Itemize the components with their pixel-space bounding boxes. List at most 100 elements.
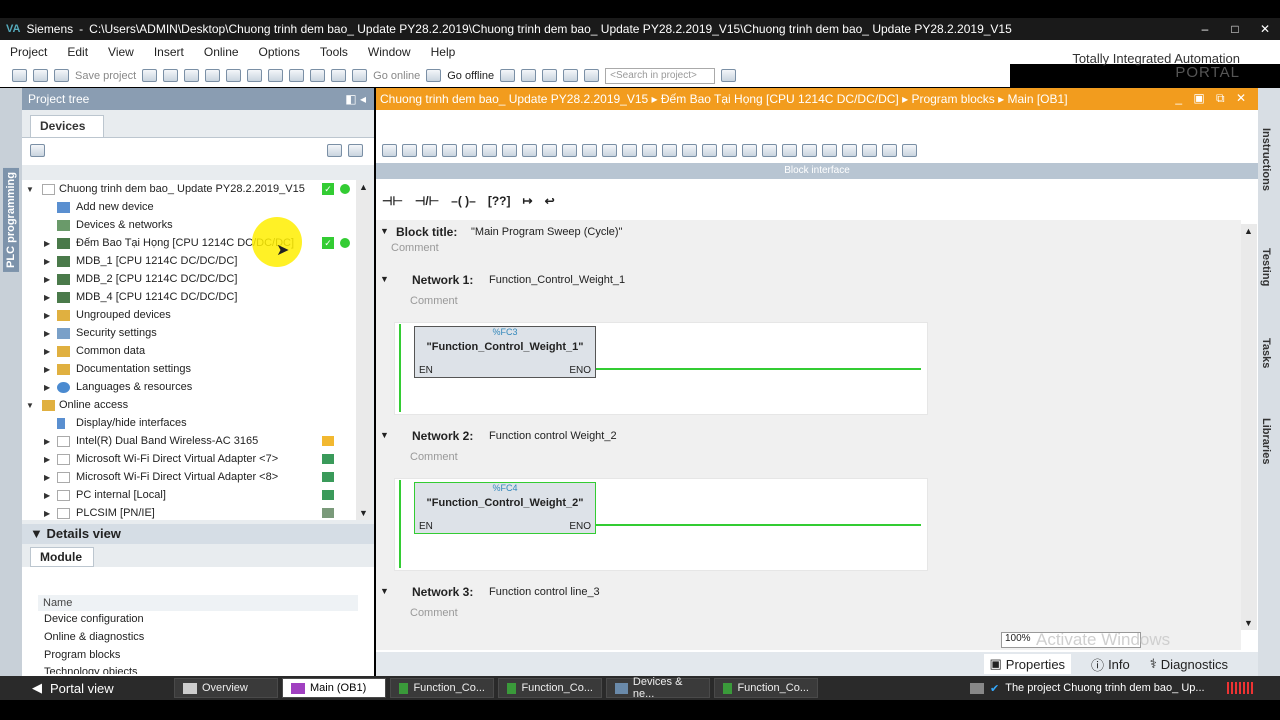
diagnostics-tab[interactable]: ⚕ Diagnostics: [1150, 656, 1228, 672]
taskbar-main-ob1[interactable]: Main (OB1): [282, 678, 386, 698]
toolbar-icon[interactable]: [822, 143, 837, 157]
toolbar-icon[interactable]: [442, 143, 457, 157]
open-branch-icon[interactable]: ↦: [523, 194, 533, 208]
accessible-devices-icon[interactable]: [500, 69, 516, 82]
tree-item-common-data[interactable]: ▶ Common data: [22, 342, 356, 360]
breadcrumb[interactable]: Chuong trinh dem bao_ Update PY28.2.2019…: [380, 92, 1068, 106]
tree-item-documentation[interactable]: ▶ Documentation settings: [22, 360, 356, 378]
save-icon[interactable]: [54, 69, 69, 82]
expand-right-icon[interactable]: ▶: [44, 239, 50, 248]
toolbar-icon[interactable]: [722, 143, 737, 157]
en-pin[interactable]: EN: [419, 365, 433, 376]
tree-view-icon[interactable]: [327, 144, 342, 157]
tree-item-intel-wireless[interactable]: ▶ Intel(R) Dual Band Wireless-AC 3165: [22, 432, 356, 450]
save-project-button[interactable]: Save project: [75, 70, 136, 82]
taskbar-function-2[interactable]: Function_Co...: [498, 678, 602, 698]
block-interface-bar[interactable]: Block interface: [376, 163, 1258, 179]
module-tab[interactable]: Module: [30, 547, 94, 567]
portal-view-button[interactable]: ◀ Portal view: [0, 677, 160, 699]
delete-icon[interactable]: [226, 69, 242, 82]
editor-window-controls[interactable]: _ ▣ ⧉ ✕: [1175, 91, 1250, 106]
expand-right-icon[interactable]: ▶: [44, 257, 50, 266]
toolbar-icon[interactable]: [582, 143, 597, 157]
tree-item-devices-networks[interactable]: Devices & networks: [22, 216, 356, 234]
download-icon[interactable]: [310, 69, 326, 82]
toolbar-icon[interactable]: [802, 143, 817, 157]
plc-programming-tab[interactable]: PLC programming: [3, 168, 19, 272]
expand-right-icon[interactable]: ▶: [44, 293, 50, 302]
toolbar-icon[interactable]: [462, 143, 477, 157]
go-online-button[interactable]: Go online: [373, 70, 420, 82]
menu-window[interactable]: Window: [368, 45, 411, 59]
block-comment[interactable]: Comment: [391, 242, 439, 254]
expand-right-icon[interactable]: ▶: [44, 455, 50, 464]
testing-tab[interactable]: Testing: [1260, 248, 1272, 286]
tree-item-wifi-direct-7[interactable]: ▶ Microsoft Wi-Fi Direct Virtual Adapter…: [22, 450, 356, 468]
menu-project[interactable]: Project: [10, 45, 47, 59]
taskbar-function-1[interactable]: Function_Co...: [390, 678, 494, 698]
toolbar-icon[interactable]: [902, 143, 917, 157]
expand-right-icon[interactable]: ▶: [44, 365, 50, 374]
expand-down-icon[interactable]: ▼: [380, 430, 389, 440]
tree-item-project[interactable]: ▼ Chuong trinh dem bao_ Update PY28.2.20…: [22, 180, 356, 198]
no-contact-icon[interactable]: ⊣⊢: [382, 194, 403, 208]
eno-pin[interactable]: ENO: [569, 365, 591, 376]
editor-scrollbar[interactable]: ▲ ▼: [1241, 224, 1257, 630]
toolbar-icon[interactable]: [682, 143, 697, 157]
info-tab[interactable]: ⓘ Info: [1091, 655, 1130, 674]
close-icon[interactable]: ✕: [1250, 22, 1280, 36]
toolbar-icon[interactable]: [542, 143, 557, 157]
toolbar-icon[interactable]: [382, 143, 397, 157]
tree-item-pc-internal[interactable]: ▶ PC internal [Local]: [22, 486, 356, 504]
tree-item-add-device[interactable]: Add new device: [22, 198, 356, 216]
eno-pin[interactable]: ENO: [569, 521, 591, 532]
simulation-icon[interactable]: [352, 69, 368, 82]
devices-tab[interactable]: Devices: [30, 115, 104, 137]
toolbar-icon[interactable]: [622, 143, 637, 157]
instructions-tab[interactable]: Instructions: [1260, 128, 1272, 191]
menu-edit[interactable]: Edit: [67, 45, 88, 59]
expand-right-icon[interactable]: ▶: [44, 311, 50, 320]
libraries-tab[interactable]: Libraries: [1260, 418, 1272, 464]
network-comment[interactable]: Comment: [410, 295, 458, 307]
print-icon[interactable]: [142, 69, 158, 82]
menu-help[interactable]: Help: [431, 45, 456, 59]
toolbar-icon[interactable]: [702, 143, 717, 157]
network-title[interactable]: Function control line_3: [489, 586, 600, 598]
tree-item-mdb4[interactable]: ▶ MDB_4 [CPU 1214C DC/DC/DC]: [22, 288, 356, 306]
search-go-icon[interactable]: [721, 69, 737, 82]
scroll-up-icon[interactable]: ▲: [1244, 226, 1253, 236]
tree-item-dem-bao[interactable]: ▶ Đếm Bao Tại Họng [CPU 1214C DC/DC/DC] …: [22, 234, 356, 252]
go-offline-button[interactable]: Go offline: [447, 70, 494, 82]
details-row-device-config[interactable]: Device configuration: [24, 611, 354, 629]
fc4-block[interactable]: %FC4 "Function_Control_Weight_2" EN ENO: [414, 482, 596, 534]
compile-icon[interactable]: [289, 69, 305, 82]
tree-item-mdb2[interactable]: ▶ MDB_2 [CPU 1214C DC/DC/DC]: [22, 270, 356, 288]
toolbar-icon[interactable]: [422, 143, 437, 157]
menu-insert[interactable]: Insert: [154, 45, 184, 59]
split-horizontal-icon[interactable]: [563, 69, 579, 82]
redo-icon[interactable]: [268, 69, 284, 82]
status-window-icon[interactable]: [970, 682, 984, 694]
expand-right-icon[interactable]: ▶: [44, 347, 50, 356]
details-row-technology[interactable]: Technology objects: [24, 664, 354, 674]
tree-item-security[interactable]: ▶ Security settings: [22, 324, 356, 342]
expand-down-icon[interactable]: ▼: [26, 401, 34, 410]
scroll-up-icon[interactable]: ▲: [359, 182, 368, 192]
details-view-header[interactable]: ▼ Details view: [22, 524, 374, 544]
expand-right-icon[interactable]: ▶: [44, 329, 50, 338]
toolbar-icon[interactable]: [402, 143, 417, 157]
tree-grid-icon[interactable]: [30, 144, 45, 157]
menu-view[interactable]: View: [108, 45, 134, 59]
toolbar-icon[interactable]: [662, 143, 677, 157]
expand-right-icon[interactable]: ▶: [44, 275, 50, 284]
toolbar-icon[interactable]: [862, 143, 877, 157]
tree-item-display-hide[interactable]: Display/hide interfaces: [22, 414, 356, 432]
expand-right-icon[interactable]: ▶: [44, 383, 50, 392]
tree-scrollbar[interactable]: ▲ ▼: [356, 180, 372, 520]
minimize-icon[interactable]: –: [1190, 22, 1220, 36]
cross-reference-icon[interactable]: [521, 69, 537, 82]
expand-down-icon[interactable]: ▼: [26, 185, 34, 194]
status-message[interactable]: The project Chuong trinh dem bao_ Up...: [1005, 682, 1204, 694]
maximize-icon[interactable]: □: [1220, 22, 1250, 36]
